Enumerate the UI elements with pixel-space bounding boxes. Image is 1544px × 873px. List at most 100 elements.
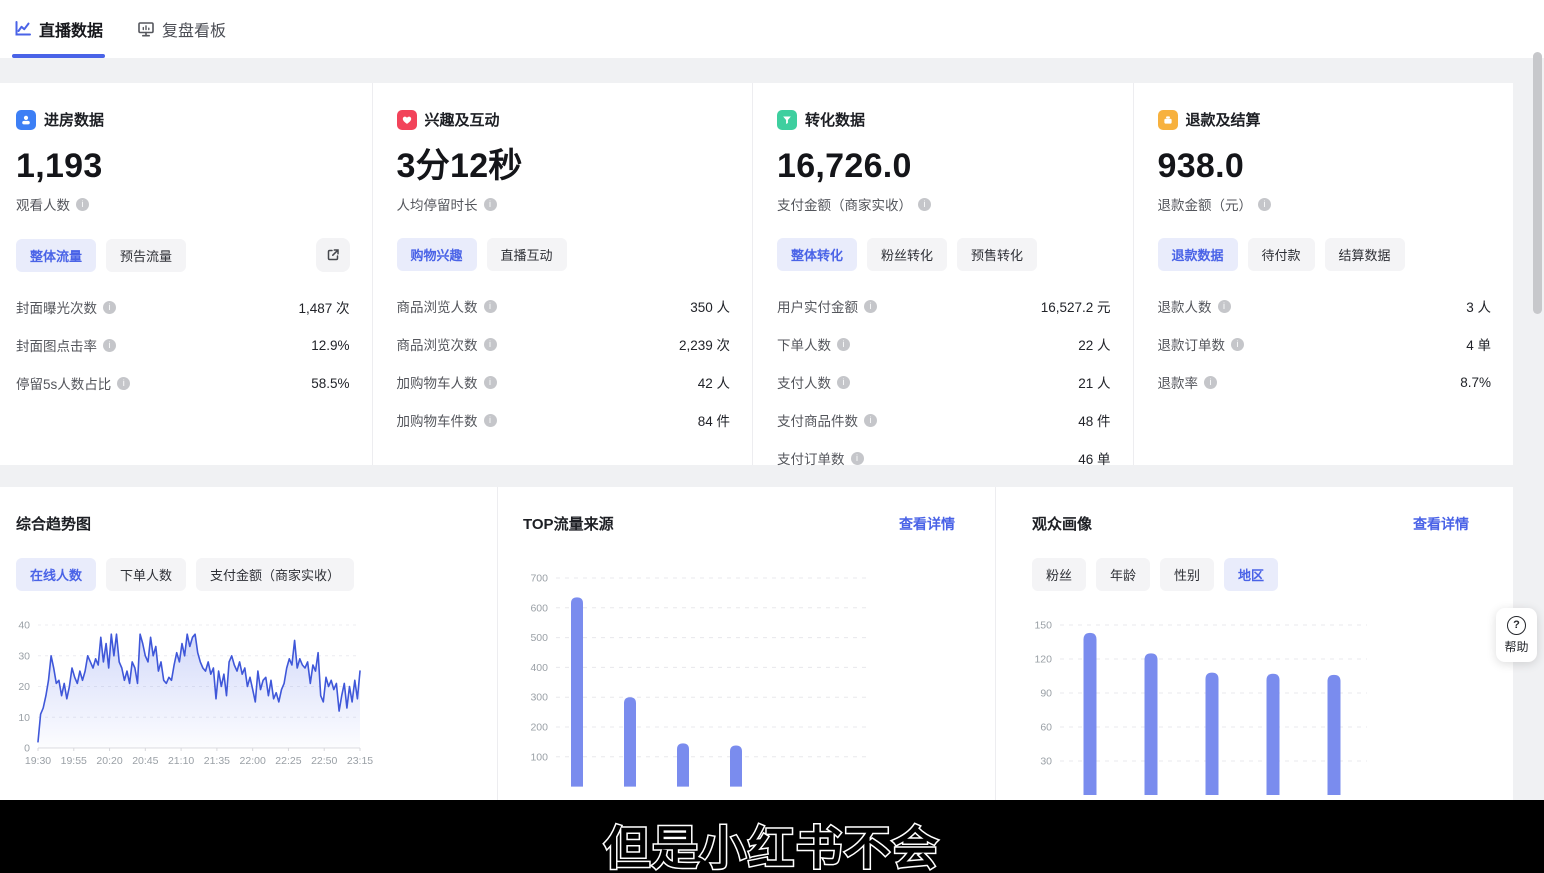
metric-list: 封面曝光次数i 1,487 次封面图点击率i12.9%停留5s人数占比i58.5% (16, 288, 350, 402)
info-icon[interactable]: i (864, 300, 877, 313)
filter-pill[interactable]: 整体转化 (777, 238, 857, 271)
metric-row: 加购物车人数i42 人 (397, 363, 731, 401)
metric-label: 退款订单数i (1158, 334, 1245, 354)
filter-pill[interactable]: 购物兴趣 (397, 238, 477, 271)
filter-pill[interactable]: 整体流量 (16, 239, 96, 272)
metric-label: 封面图点击率i (16, 335, 116, 355)
svg-text:10: 10 (18, 712, 30, 724)
tab-live-data[interactable]: 直播数据 (12, 0, 105, 58)
big-value-label: 观看人数 (16, 194, 70, 214)
subtitle-text: 但是小红书不会 (604, 812, 940, 873)
filter-pill[interactable]: 粉丝转化 (867, 238, 947, 271)
metric-row: 封面图点击率i12.9% (16, 326, 350, 364)
filter-pill[interactable]: 下单人数 (106, 558, 186, 591)
metric-row: 封面曝光次数i 1,487 次 (16, 288, 350, 326)
metric-label: 封面曝光次数i (16, 297, 116, 317)
svg-text:19:55: 19:55 (61, 755, 87, 767)
metric-row: 支付订单数i46 单 (777, 439, 1111, 477)
charts-panel: 综合趋势图 在线人数下单人数支付金额（商家实收） TOP流量来源 查看详情 观众… (0, 487, 1513, 800)
card-interest-interaction: 兴趣及互动 3分12秒 人均停留时长i 购物兴趣直播互动 商品浏览人数i350 … (372, 83, 753, 465)
metric-list: 商品浏览人数i350 人商品浏览次数i2,239 次加购物车人数i42 人加购物… (397, 287, 731, 439)
tab-review-board[interactable]: 复盘看板 (135, 0, 228, 58)
view-details-link[interactable]: 查看详情 (899, 514, 955, 534)
svg-text:700: 700 (530, 573, 548, 585)
filter-pill[interactable]: 支付金额（商家实收） (196, 558, 354, 591)
help-label: 帮助 (1504, 638, 1528, 655)
metric-value: 4 单 (1466, 334, 1491, 354)
info-icon[interactable]: i (76, 198, 89, 211)
big-value: 1,193 (16, 148, 350, 185)
svg-text:500: 500 (530, 632, 548, 644)
card-conversion-data: 转化数据 16,726.0 支付金额（商家实收）i 整体转化粉丝转化预售转化 用… (752, 83, 1133, 465)
info-icon[interactable]: i (851, 452, 864, 465)
section-title: TOP流量来源 (523, 513, 614, 534)
svg-text:19:30: 19:30 (25, 755, 51, 767)
svg-text:22:25: 22:25 (275, 755, 301, 767)
line-chart-icon (14, 20, 32, 38)
info-icon[interactable]: i (484, 198, 497, 211)
filter-pill[interactable]: 结算数据 (1325, 238, 1405, 271)
big-value-label: 支付金额（商家实收） (777, 194, 912, 214)
info-icon[interactable]: i (1204, 376, 1217, 389)
svg-text:20:20: 20:20 (96, 755, 122, 767)
vertical-scrollbar-thumb[interactable] (1533, 52, 1542, 314)
question-circle-icon: ? (1507, 616, 1526, 635)
info-icon[interactable]: i (918, 198, 931, 211)
traffic-bar-chart: 700600500400300200100 (520, 570, 994, 800)
filter-pill[interactable]: 退款数据 (1158, 238, 1238, 271)
info-icon[interactable]: i (103, 339, 116, 352)
svg-text:23:15: 23:15 (347, 755, 373, 767)
info-icon[interactable]: i (1231, 338, 1244, 351)
metric-label: 退款人数i (1158, 296, 1231, 316)
info-icon[interactable]: i (1218, 300, 1231, 313)
metric-row: 下单人数i22 人 (777, 325, 1111, 363)
metric-label: 加购物车件数i (397, 410, 497, 430)
filter-pill[interactable]: 预告流量 (106, 239, 186, 272)
svg-text:300: 300 (530, 692, 548, 704)
tab-bar: 直播数据 复盘看板 (0, 0, 1544, 58)
metric-label: 用户实付金额i (777, 296, 877, 316)
info-icon[interactable]: i (484, 376, 497, 389)
filter-pill[interactable]: 地区 (1224, 558, 1278, 591)
metric-row: 加购物车件数i84 件 (397, 401, 731, 439)
live-data-dashboard: 直播数据 复盘看板 进房数据 1,193 观看人数i 整体流量预告流量 (0, 0, 1544, 873)
card-title: 兴趣及互动 (425, 109, 500, 130)
info-icon[interactable]: i (117, 377, 130, 390)
info-icon[interactable]: i (837, 338, 850, 351)
info-icon[interactable]: i (1258, 198, 1271, 211)
big-value-label: 人均停留时长 (397, 194, 478, 214)
info-icon[interactable]: i (484, 338, 497, 351)
stats-panel: 进房数据 1,193 观看人数i 整体流量预告流量 封面曝光次数i1,487 次… (0, 83, 1513, 465)
metric-row: 停留5s人数占比i58.5% (16, 364, 350, 402)
info-icon[interactable]: i (864, 414, 877, 427)
metric-row: 支付商品件数i48 件 (777, 401, 1111, 439)
info-icon[interactable]: i (484, 300, 497, 313)
svg-text:21:10: 21:10 (168, 755, 194, 767)
metric-value: 1,487 次 (298, 297, 349, 317)
metric-label: 下单人数i (777, 334, 850, 354)
audience-bar-chart: 150120906030 (1035, 615, 1513, 800)
info-icon[interactable]: i (103, 301, 116, 314)
filter-pill[interactable]: 性别 (1160, 558, 1214, 591)
info-icon[interactable]: i (484, 414, 497, 427)
filter-pill[interactable]: 直播互动 (487, 238, 567, 271)
active-tab-underline (12, 54, 105, 58)
external-link-button[interactable] (316, 238, 350, 272)
svg-text:150: 150 (1035, 620, 1052, 632)
view-details-link[interactable]: 查看详情 (1413, 514, 1469, 534)
filter-pill[interactable]: 预售转化 (957, 238, 1037, 271)
metric-value: 48 件 (1078, 410, 1110, 430)
metric-value: 16,527.2 元 (1041, 296, 1111, 316)
metric-label: 退款率i (1158, 372, 1218, 392)
tab-label: 直播数据 (39, 17, 103, 41)
filter-pill[interactable]: 粉丝 (1032, 558, 1086, 591)
filter-pill[interactable]: 在线人数 (16, 558, 96, 591)
help-button[interactable]: ? 帮助 (1496, 608, 1537, 662)
user-icon (16, 110, 36, 130)
metric-label: 商品浏览次数i (397, 334, 497, 354)
filter-pill[interactable]: 待付款 (1248, 238, 1315, 271)
metric-value: 3 人 (1466, 296, 1491, 316)
info-icon[interactable]: i (837, 376, 850, 389)
filter-pill[interactable]: 年龄 (1096, 558, 1150, 591)
card-refund-settlement: 退款及结算 938.0 退款金额（元）i 退款数据待付款结算数据 退款人数i3 … (1133, 83, 1514, 465)
